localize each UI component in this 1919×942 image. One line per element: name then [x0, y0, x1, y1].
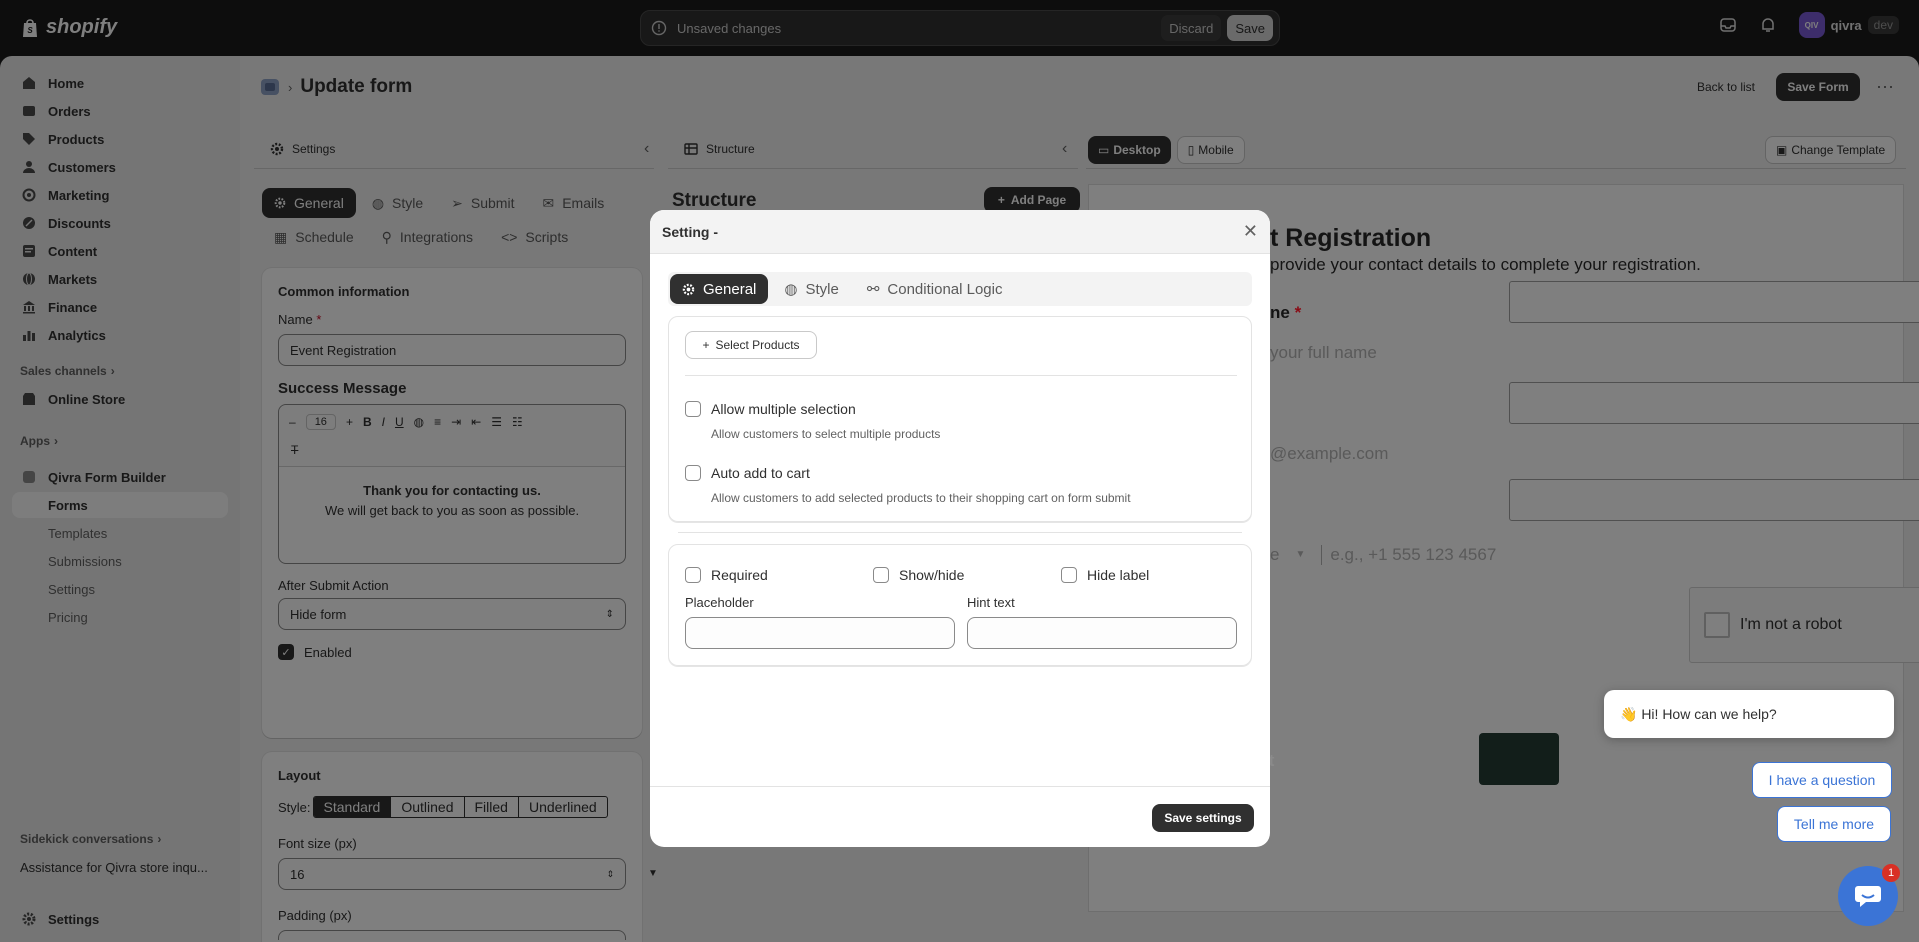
- required-checkbox[interactable]: [685, 567, 701, 583]
- chevron-down-icon: ▼: [1295, 549, 1306, 560]
- chat-launcher-button[interactable]: 1: [1838, 864, 1900, 926]
- auto-add-row[interactable]: Auto add to cart: [685, 465, 810, 481]
- allow-multiple-hint: Allow customers to select multiple produ…: [711, 427, 941, 441]
- tab-label: Style: [805, 280, 839, 298]
- chat-icon: [1855, 886, 1881, 907]
- setting-modal: Setting - ✕ General ◍ Style ⚯ Conditional …: [650, 210, 1270, 847]
- preview-name-label: ne *: [1270, 303, 1301, 323]
- allow-multiple-checkbox[interactable]: [685, 401, 701, 417]
- placeholder-label: Placeholder: [685, 595, 754, 610]
- show-hide-checkbox[interactable]: [873, 567, 889, 583]
- chat-greeting-bubble: 👋 Hi! How can we help?: [1604, 690, 1894, 738]
- show-hide-row[interactable]: Show/hide: [873, 567, 964, 583]
- required-label: Required: [711, 567, 768, 583]
- chat-option-question[interactable]: I have a question: [1752, 762, 1892, 798]
- preview-form-subtitle: provide your contact details to complete…: [1270, 255, 1701, 274]
- gear-icon: [682, 283, 695, 295]
- modal-title: Setting -: [662, 223, 718, 240]
- logic-icon: ⚯: [866, 281, 880, 298]
- preview-name-placeholder: your full name: [1270, 343, 1377, 362]
- preview-name-label-text: ne: [1270, 303, 1290, 322]
- preview-email-placeholder: @example.com: [1270, 444, 1389, 463]
- allow-multiple-row[interactable]: Allow multiple selection: [685, 401, 856, 417]
- divider: [678, 532, 1242, 533]
- preview-phone-row: e ▼ e.g., +1 555 123 4567: [1270, 545, 1496, 565]
- chat-notification-badge: 1: [1882, 864, 1900, 882]
- close-icon[interactable]: ✕: [1243, 221, 1258, 242]
- palette-icon: ◍: [784, 281, 798, 298]
- modal-tab-style[interactable]: ◍ Style: [772, 274, 850, 304]
- modal-tab-conditional-logic[interactable]: ⚯ Conditional Logic: [855, 274, 1015, 304]
- tab-label: General: [703, 280, 757, 298]
- hide-label-label: Hide label: [1087, 567, 1150, 583]
- placeholder-input[interactable]: [685, 617, 955, 649]
- auto-add-hint: Allow customers to add selected products…: [711, 491, 1131, 505]
- chat-option-tell-more[interactable]: Tell me more: [1777, 806, 1891, 842]
- preview-phone-prefix: e: [1270, 545, 1280, 564]
- save-settings-button[interactable]: Save settings: [1152, 804, 1254, 832]
- divider: [685, 375, 1237, 376]
- allow-multiple-label: Allow multiple selection: [711, 401, 856, 417]
- modal-tab-general[interactable]: General: [670, 274, 769, 304]
- hide-label-checkbox[interactable]: [1061, 567, 1077, 583]
- auto-add-label: Auto add to cart: [711, 465, 810, 481]
- tab-label: Conditional Logic: [887, 280, 1003, 298]
- preview-phone-placeholder: e.g., +1 555 123 4567: [1321, 545, 1496, 565]
- product-settings-card: + Select Products Allow multiple selectio…: [668, 316, 1252, 522]
- modal-header: Setting - ✕: [650, 210, 1270, 254]
- select-products-label: Select Products: [715, 338, 800, 352]
- show-hide-label: Show/hide: [899, 567, 965, 583]
- auto-add-checkbox[interactable]: [685, 465, 701, 481]
- modal-tabs: General ◍ Style ⚯ Conditional Logic: [668, 272, 1252, 306]
- preview-form-title: t Registration: [1270, 224, 1432, 252]
- required-marker: *: [1294, 303, 1302, 322]
- field-options-card: Required Show/hide Hide label Placeholde…: [668, 544, 1252, 666]
- hint-text-input[interactable]: [967, 617, 1237, 649]
- hint-text-label: Hint text: [967, 595, 1015, 610]
- hide-label-row[interactable]: Hide label: [1061, 567, 1149, 583]
- select-products-button[interactable]: + Select Products: [685, 331, 817, 359]
- divider: [650, 786, 1270, 787]
- required-row[interactable]: Required: [685, 567, 768, 583]
- plus-icon: +: [702, 338, 710, 352]
